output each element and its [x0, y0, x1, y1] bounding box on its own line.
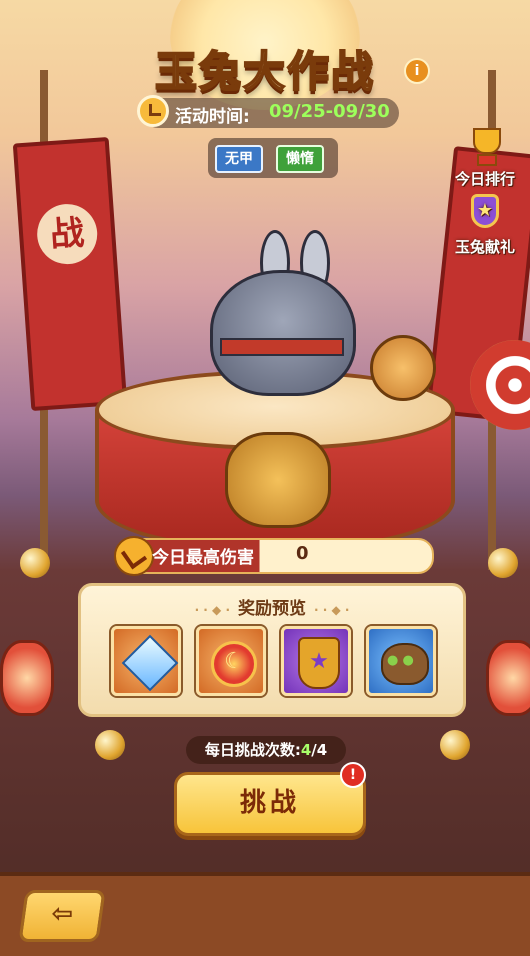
- rabbit-boss[interactable]: [180, 230, 380, 400]
- clock-icon: [137, 95, 169, 127]
- attempts-current: 4: [300, 741, 312, 759]
- orb-right-top: [488, 548, 518, 578]
- orb-right-bottom: [440, 730, 470, 760]
- reward-slot-diamond[interactable]: [111, 626, 181, 696]
- star-emblem-icon: [298, 637, 340, 689]
- orb-left-top: [20, 548, 50, 578]
- diamond-icon: [121, 634, 179, 692]
- moon-coin-icon: [211, 641, 257, 687]
- reward-slot-moon-coin[interactable]: [196, 626, 266, 696]
- rabbit-belt: [220, 338, 344, 356]
- reward-preview-title: 奖励预览: [81, 594, 463, 619]
- max-damage-bar: 今日最高伤害 0: [114, 536, 434, 576]
- seed-bag-icon: [381, 643, 429, 685]
- banner-character: 战: [35, 202, 100, 267]
- daily-ranking-button[interactable]: 今日排行: [446, 126, 524, 189]
- alert-badge-icon: !: [340, 762, 366, 788]
- daily-attempts: 每日挑战次数:4/4: [186, 736, 346, 764]
- attempts-max: 4: [316, 741, 328, 759]
- trophy-icon: [465, 126, 505, 166]
- orb-left-bottom: [95, 730, 125, 760]
- challenge-button[interactable]: 挑战: [174, 772, 366, 836]
- daily-ranking-label: 今日排行: [454, 170, 515, 188]
- lion-face-ornament: [225, 432, 331, 528]
- sword-icon: [114, 536, 154, 576]
- max-damage-value: 0: [296, 543, 309, 564]
- attempts-label: 每日挑战次数:: [204, 741, 301, 759]
- rabbit-body: [210, 270, 356, 396]
- trait-tag-lazy: 懒惰: [276, 145, 324, 173]
- event-time-bar: 活动时间: 09/25-09/30: [137, 95, 399, 128]
- time-label: 活动时间:: [175, 107, 250, 127]
- mooncake-hammer: [370, 335, 436, 401]
- event-title: 玉兔大作战: [154, 46, 375, 97]
- trait-tag-armorless: 无甲: [215, 145, 263, 173]
- reward-preview-panel: 奖励预览: [78, 583, 466, 717]
- info-icon[interactable]: i: [404, 58, 430, 84]
- lantern-right: [486, 640, 530, 716]
- reward-slot-seed-bag[interactable]: [366, 626, 436, 696]
- boss-traits: 无甲 懒惰: [208, 138, 338, 178]
- lantern-left: [0, 640, 54, 716]
- max-damage-label: 今日最高伤害: [152, 548, 254, 568]
- star-badge-icon: ★: [465, 192, 505, 234]
- time-range: 09/25-09/30: [269, 101, 390, 122]
- back-button[interactable]: ⇦: [18, 890, 106, 942]
- rabbit-gift-label: 玉兔献礼: [454, 238, 515, 256]
- reward-slot-emblem[interactable]: [281, 626, 351, 696]
- rabbit-gift-button[interactable]: ★ 玉兔献礼: [446, 192, 524, 257]
- back-arrow-icon: ⇦: [51, 899, 74, 929]
